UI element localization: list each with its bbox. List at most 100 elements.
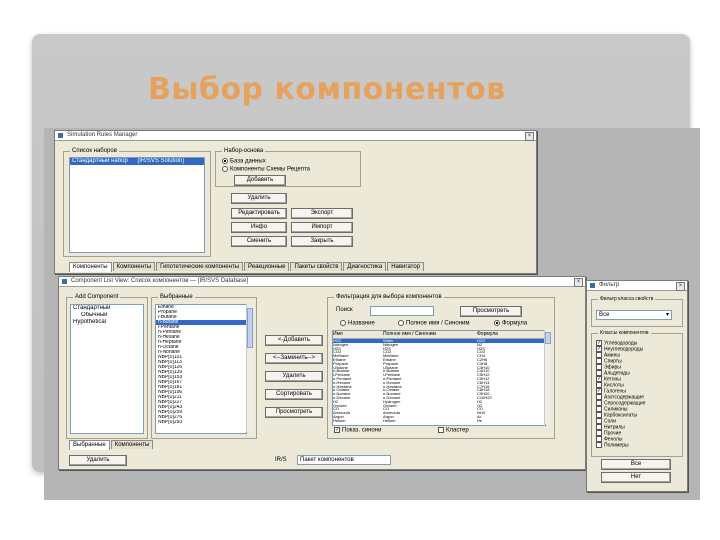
delete-button[interactable]: Удалить	[69, 455, 127, 466]
tree-item[interactable]: Стандартный	[71, 305, 143, 312]
radio-database[interactable]: База данных	[222, 158, 266, 166]
rule-sets-group: Список наборов Стандартный набор [IR/SVS…	[63, 147, 211, 257]
tab-reactions[interactable]: Реакционные	[244, 262, 290, 271]
window-title: Simulation Rules Manager	[67, 132, 138, 138]
replace-button[interactable]: <--Заменить-->	[265, 353, 323, 364]
checkbox-box: ✓	[334, 427, 340, 433]
add-to-list-button[interactable]: <-Добавить	[265, 335, 323, 346]
list-item[interactable]: Стандартный набор [IR/SVS Solution]	[70, 158, 204, 165]
list-item[interactable]: NBP[0]293	[156, 420, 246, 425]
group-label: Фильтрация для выбора компонентов	[334, 293, 444, 301]
app-icon	[58, 133, 63, 138]
class-checklist: ✓ Углеводороды ✓ Неуглеводороды Амины Спирты Э…	[596, 340, 680, 448]
group-label: Выбранные	[158, 293, 195, 301]
components-table[interactable]: Имя Полное имя / Синоним Формула H2O Wate…	[332, 330, 546, 426]
scroll-thumb[interactable]	[247, 308, 253, 348]
add-button[interactable]: Добавить	[234, 175, 286, 186]
tab-selected[interactable]: Выбранные	[69, 440, 110, 450]
filter-window: Фильтр × Фильтр класса свойств Все ▾ Кла…	[586, 280, 688, 492]
component-tree[interactable]: Стандартный Обычный Hypothetical	[70, 304, 144, 434]
scroll-thumb[interactable]	[545, 332, 551, 344]
radio-label: Компоненты Схемы Рецепта	[230, 166, 310, 173]
checkbox-box	[438, 427, 444, 433]
list-item-db: [IR/SVS Solution]	[137, 158, 184, 164]
bottom-tabs: Выбранные Компоненты	[69, 440, 154, 450]
group-label: Набор-основа	[222, 147, 266, 155]
package-label: IR/S	[275, 457, 287, 463]
rules-manager-window: Simulation Rules Manager × Список наборо…	[54, 130, 537, 274]
radio-label: Формула	[502, 320, 528, 327]
table-cell: He	[477, 418, 483, 423]
cluster-checkbox[interactable]: Кластер	[438, 427, 469, 435]
close-button[interactable]: Закрыть	[291, 236, 353, 247]
tree-item[interactable]: Обычный	[71, 312, 143, 319]
synonyms-checkbox[interactable]: ✓ Показ. синони	[334, 427, 381, 435]
checkbox-label: Полимеры	[604, 442, 629, 448]
add-component-group: Add Component Стандартный Обычный Hypoth…	[66, 293, 148, 439]
selected-components-list[interactable]: Ethane Propane i-Butane n-Butane i-Pentane n-…	[155, 304, 247, 434]
rule-sets-list[interactable]: Стандартный набор [IR/SVS Solution]	[69, 157, 205, 253]
view-filtered-button[interactable]: Просмотреть	[460, 306, 522, 317]
package-name-field[interactable]: Пакет компонентов	[297, 455, 391, 465]
tree-item[interactable]: Hypothetical	[71, 319, 143, 326]
default-button[interactable]: Сменить	[231, 236, 287, 247]
tab-navigator[interactable]: Навигатор	[387, 262, 425, 271]
selected-group: Выбранные Ethane Propane i-Butane n-Butane i…	[151, 293, 257, 439]
property-filter-group: Фильтр класса свойств Все ▾	[591, 295, 683, 327]
checkbox-box	[596, 442, 602, 448]
column-header[interactable]: Имя	[333, 331, 383, 338]
component-list-window: Component List View: Список компонентов …	[58, 276, 586, 470]
close-icon[interactable]: ×	[676, 282, 685, 291]
filter-dropdown[interactable]: Все ▾	[596, 310, 672, 320]
checkbox-label: Кластер	[446, 427, 469, 434]
help-button[interactable]: Инфо	[231, 222, 287, 233]
group-label: Add Component	[73, 293, 121, 301]
radio-formula[interactable]: Формула	[494, 320, 527, 328]
radio-scheme[interactable]: Компоненты Схемы Рецепта	[222, 166, 310, 174]
match-input[interactable]	[370, 306, 434, 316]
column-header[interactable]: Полное имя / Синоним	[383, 331, 477, 338]
table-cell: Helium	[333, 418, 346, 423]
selected-list-scrollbar[interactable]	[246, 304, 253, 432]
tab-packages[interactable]: Пакеты свойств	[290, 262, 343, 271]
radio-label: База данных	[230, 158, 266, 165]
radio-label: Полное имя / Синоним	[406, 320, 470, 327]
slide-title: Выбор компонентов	[148, 72, 506, 107]
edit-button[interactable]: Редактировать	[231, 208, 287, 219]
tab-hypothetical[interactable]: Гипотетические компоненты	[156, 262, 243, 271]
bottom-tabs: Компоненты Компоненты Гипотетические ком…	[69, 262, 425, 272]
table-header: Имя Полное имя / Синоним Формула	[333, 331, 545, 339]
radio-label: Название	[348, 320, 375, 327]
tab-components-2[interactable]: Компоненты	[112, 262, 156, 271]
group-label: Список наборов	[70, 147, 119, 155]
class-checkbox[interactable]: Полимеры	[596, 442, 680, 448]
delete-button[interactable]: Удалить	[231, 193, 287, 204]
sort-button[interactable]: Сортировать	[265, 389, 323, 400]
tab-diagnostics[interactable]: Диагностика	[343, 262, 387, 271]
export-button[interactable]: Экспорт	[291, 208, 353, 219]
radio-sim-name[interactable]: Название	[340, 320, 375, 328]
table-scrollbar[interactable]	[544, 330, 551, 424]
all-button[interactable]: Все	[601, 459, 671, 470]
close-icon[interactable]: ×	[574, 278, 583, 287]
radio-full-name[interactable]: Полное имя / Синоним	[398, 320, 470, 328]
tab-components[interactable]: Компоненты	[110, 440, 154, 449]
window-titlebar[interactable]: Simulation Rules Manager ×	[55, 131, 536, 141]
source-group: Набор-основа База данных Компоненты Схем…	[215, 147, 361, 187]
import-button[interactable]: Импорт	[291, 222, 353, 233]
match-label: Поиск	[336, 307, 353, 313]
remove-button[interactable]: Удалить	[265, 371, 323, 382]
group-label: Классы компонентов	[598, 329, 651, 337]
filter-group: Фильтрация для выбора компонентов Поиск …	[327, 293, 555, 439]
tab-components[interactable]: Компоненты	[69, 262, 112, 272]
close-icon[interactable]: ×	[525, 132, 534, 141]
column-header[interactable]: Формула	[477, 331, 537, 338]
chevron-down-icon: ▾	[665, 312, 669, 318]
component-classes-group: Классы компонентов ✓ Углеводороды ✓ Неуглев…	[591, 329, 683, 457]
window-titlebar[interactable]: Component List View: Список компонентов …	[59, 277, 585, 287]
table-row[interactable]: Helium Helium He	[333, 419, 545, 423]
app-icon	[62, 279, 67, 284]
none-button[interactable]: Нет	[601, 472, 671, 483]
view-list-button[interactable]: Просмотреть	[265, 407, 323, 418]
window-titlebar[interactable]: Фильтр ×	[587, 281, 687, 291]
